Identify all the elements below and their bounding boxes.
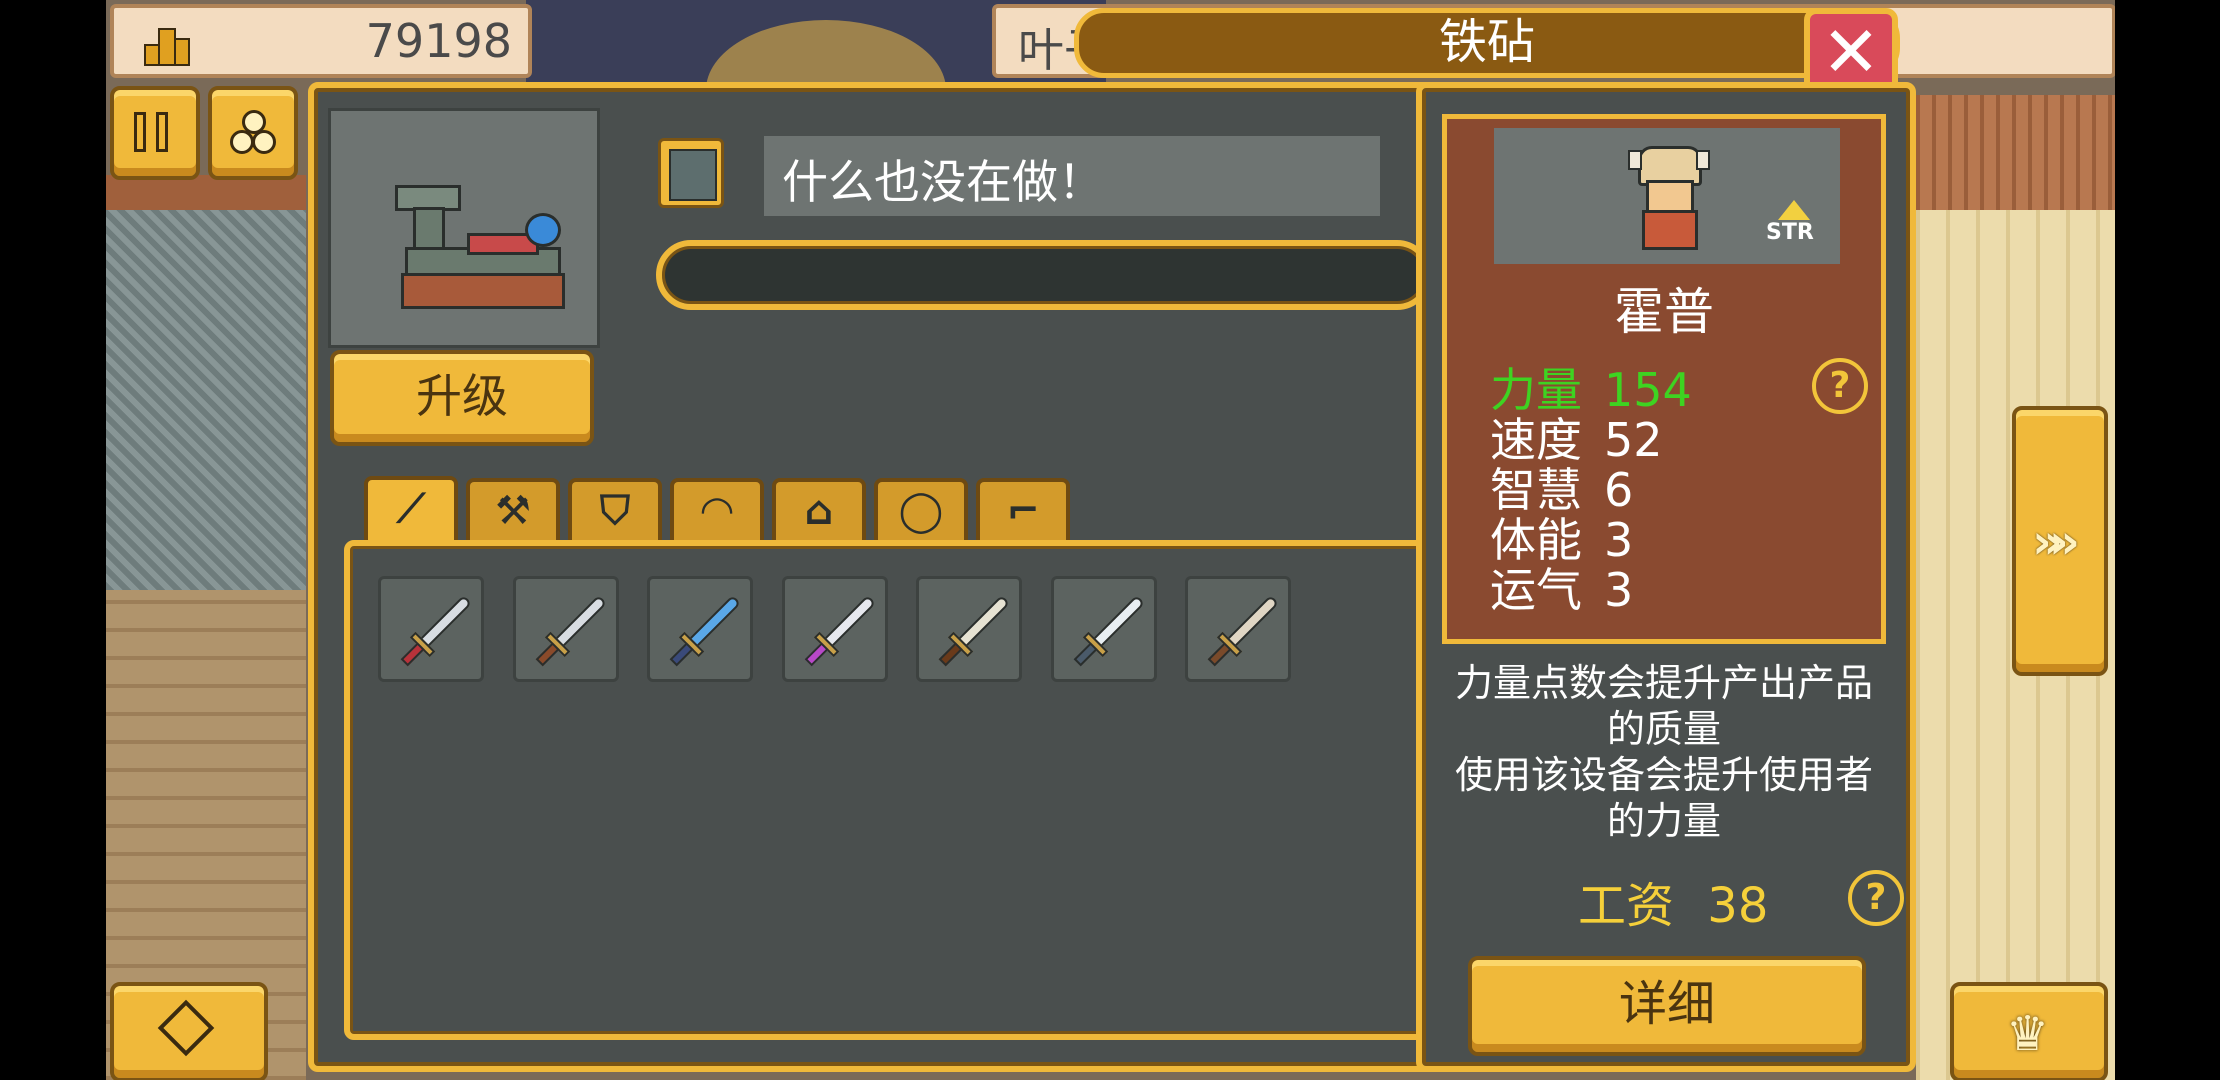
move-button[interactable] [110,982,268,1080]
item-slot[interactable] [378,576,484,682]
ring-icon: ◯ [898,488,944,534]
bone-sword-icon [1207,594,1280,667]
next-button[interactable]: »» [2012,406,2108,676]
background-stone-floor [106,210,306,590]
crown-icon: ♛ [2006,1006,2050,1062]
str-badge: STR [1766,200,1822,245]
curved-knife-icon [534,594,607,667]
arrow-up-icon [1778,200,1810,220]
upgrade-button[interactable]: 升级 [330,350,594,446]
armor-icon: ⌂ [804,488,834,534]
tab-pickaxe[interactable]: ⌐ [976,478,1070,542]
tab-shield[interactable]: ⛉ [568,478,662,542]
resources-button[interactable] [208,86,298,180]
resource-value: 79198 [365,14,512,68]
detail-button[interactable]: 详细 [1468,956,1866,1056]
close-icon: ✕ [1821,11,1881,93]
tab-axe[interactable]: ⚒ [466,478,560,542]
status-text-box: 什么也没在做！ [764,136,1380,216]
fast-forward-icon: »» [2032,514,2080,570]
wage-help-button[interactable]: ? [1848,870,1904,926]
wage-label: 工资 [1578,878,1675,934]
dagger-icon [400,594,473,667]
status-text: 什么也没在做！ [782,155,1104,209]
worker-portrait[interactable]: STR [1494,128,1840,264]
stat-row: 运气 3 [1490,554,1633,620]
window-title: 铁砧 [1438,14,1535,70]
window-title-bar: 铁砧 [1074,8,1900,78]
shield-icon: ⛉ [600,488,630,534]
tab-armor[interactable]: ⌂ [772,478,866,542]
gem-sword-icon [803,594,876,667]
item-slot[interactable] [1050,576,1157,682]
wage-value: 38 [1707,878,1769,934]
ore-icon [230,110,276,154]
upgrade-label: 升级 [416,369,508,423]
background-brick-strip-right [1916,95,2115,210]
anvil-icon [395,175,565,309]
item-slot[interactable] [647,576,753,682]
item-slot[interactable] [512,576,619,682]
sword-icon: ⟋ [397,486,425,532]
viking-avatar [1628,146,1710,250]
wage-row: 工资 38 [1578,866,1768,936]
tab-sword[interactable]: ⟋ [364,476,458,546]
anvil-portrait [328,108,600,348]
tab-ring[interactable]: ◯ [874,478,968,542]
pause-icon [134,112,172,152]
tab-helmet[interactable]: ◠ [670,478,764,542]
pickaxe-icon: ⌐ [1006,488,1040,534]
worker-name: 霍普 [1614,283,1714,341]
stats-help-button[interactable]: ? [1812,358,1868,414]
checkbox-inner [669,149,717,201]
status-checkbox[interactable] [658,138,724,208]
resource-bar: 79198 [110,4,532,78]
background-brick-strip [106,175,306,210]
blue-blade-icon [669,594,742,667]
move-icon [157,999,215,1057]
machete-icon [938,594,1011,667]
helmet-icon: ◠ [701,488,733,534]
stat-value: 3 [1604,563,1634,617]
long-sword-icon [1072,594,1145,667]
game-viewport: 79198 叶子 铁砧 ✕ »» ♛ [106,0,2115,1080]
item-slot[interactable] [1185,576,1291,682]
buildings-icon [144,22,190,66]
stat-label: 运气 [1490,563,1582,617]
hire-button[interactable]: ♛ [1950,982,2108,1080]
station-description: 力量点数会提升产出产品 的质量 使用该设备会提升使用者 的力量 [1454,661,1873,843]
progress-bar [656,240,1432,310]
item-slot[interactable] [781,576,888,682]
detail-label: 详细 [1618,976,1715,1032]
item-slot[interactable] [916,576,1022,682]
pause-button[interactable] [110,86,200,180]
axe-icon: ⚒ [495,488,531,534]
name-partial: 叶子 [1018,23,1076,77]
